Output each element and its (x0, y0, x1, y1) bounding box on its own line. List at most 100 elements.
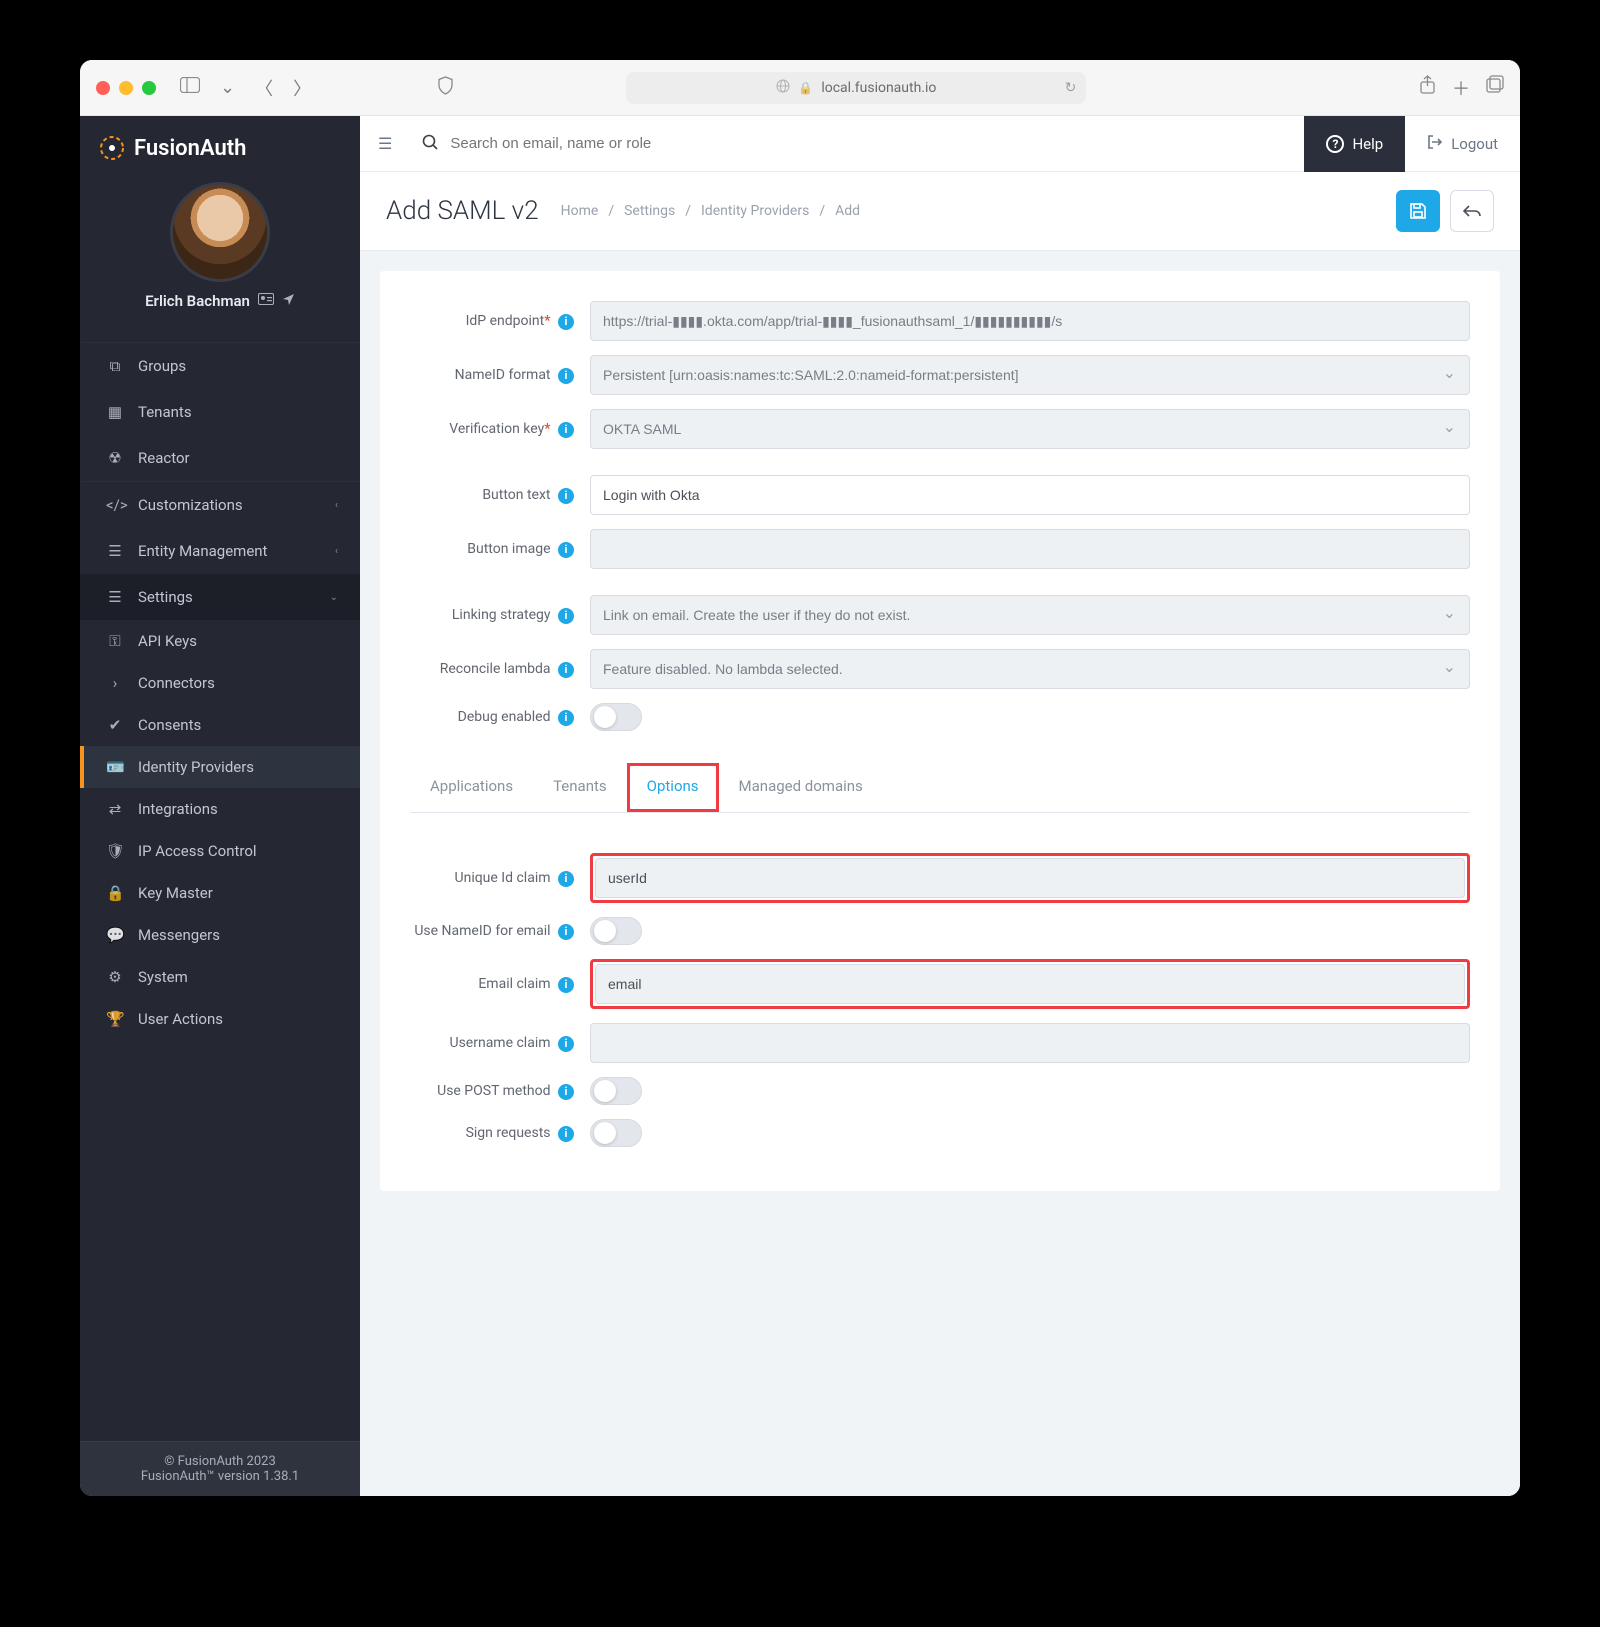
nav-connectors[interactable]: ›Connectors (80, 662, 360, 704)
logout-button[interactable]: Logout (1405, 116, 1520, 172)
crumb-home[interactable]: Home (561, 203, 599, 219)
tab-options[interactable]: Options (627, 763, 719, 812)
reload-icon[interactable]: ↻ (1065, 80, 1077, 96)
form-panel: IdP endpoint* i NameID format i Verifica… (380, 271, 1500, 1191)
debug-enabled-toggle[interactable] (590, 703, 642, 731)
use-nameid-email-label: Use NameID for email (414, 923, 550, 939)
back-icon[interactable]: 〈 (251, 75, 277, 101)
info-icon[interactable]: i (558, 542, 574, 558)
info-icon[interactable]: i (558, 368, 574, 384)
nav-integrations[interactable]: ⇄Integrations (80, 788, 360, 830)
nav-reactor[interactable]: ☢Reactor (80, 435, 360, 481)
debug-enabled-label: Debug enabled (458, 709, 551, 725)
unique-id-claim-label: Unique Id claim (455, 870, 551, 886)
topbar: ☰ ? Help Logout (360, 116, 1520, 172)
sidebar-toggle-icon[interactable] (176, 77, 204, 98)
button-image-input[interactable] (590, 529, 1470, 569)
email-claim-input[interactable] (595, 964, 1465, 1004)
nav-settings[interactable]: ☰Settings⌄ (80, 574, 360, 620)
tab-managed-domains[interactable]: Managed domains (719, 763, 883, 812)
share-icon[interactable] (1419, 75, 1436, 101)
key-icon: ⚿ (106, 632, 124, 650)
collapse-sidebar-button[interactable]: ☰ (360, 134, 410, 153)
unique-id-claim-input[interactable] (595, 858, 1465, 898)
idp-endpoint-input[interactable] (590, 301, 1470, 341)
nameid-format-select[interactable] (590, 355, 1470, 395)
reconcile-lambda-select[interactable] (590, 649, 1470, 689)
tab-tenants[interactable]: Tenants (533, 763, 627, 812)
use-post-toggle[interactable] (590, 1077, 642, 1105)
forward-icon[interactable]: 〉 (289, 75, 315, 101)
save-button[interactable] (1396, 190, 1440, 232)
email-claim-label: Email claim (478, 976, 550, 992)
id-card-icon[interactable] (258, 293, 274, 309)
trophy-icon: 🏆 (106, 1010, 124, 1028)
new-tab-icon[interactable]: ＋ (1452, 75, 1470, 101)
url-bar[interactable]: 🔒 local.fusionauth.io ↻ (626, 72, 1086, 104)
nav-customizations[interactable]: </>Customizations‹ (80, 481, 360, 528)
use-nameid-email-toggle[interactable] (590, 917, 642, 945)
info-icon[interactable]: i (558, 488, 574, 504)
verification-key-select[interactable] (590, 409, 1470, 449)
avatar[interactable] (170, 182, 270, 282)
help-button[interactable]: ? Help (1304, 116, 1405, 172)
page-header: Add SAML v2 Home/ Settings/ Identity Pro… (360, 172, 1520, 251)
info-icon[interactable]: i (558, 977, 574, 993)
location-arrow-icon[interactable] (282, 293, 295, 310)
info-icon[interactable]: i (558, 871, 574, 887)
user-name: Erlich Bachman (145, 292, 250, 310)
nav-ip-access-control[interactable]: 🛡IP Access Control (80, 830, 360, 872)
chevron-left-icon: ‹ (335, 500, 338, 511)
nav-groups[interactable]: ⧉Groups (80, 342, 360, 389)
info-icon[interactable]: i (558, 710, 574, 726)
browser-chrome: ⌄ 〈 〉 🔒 local.fusionauth.io ↻ ＋ (80, 60, 1520, 116)
button-image-label: Button image (467, 541, 550, 557)
info-icon[interactable]: i (558, 422, 574, 438)
nav-system[interactable]: ⚙System (80, 956, 360, 998)
sign-requests-label: Sign requests (466, 1125, 551, 1141)
info-icon[interactable]: i (558, 1126, 574, 1142)
nav-entity-management[interactable]: ☰Entity Management‹ (80, 528, 360, 574)
nav-key-master[interactable]: 🔒Key Master (80, 872, 360, 914)
nav-messengers[interactable]: 💬Messengers (80, 914, 360, 956)
tab-applications[interactable]: Applications (410, 763, 533, 812)
lock-icon: 🔒 (798, 81, 813, 95)
close-window-button[interactable] (96, 81, 110, 95)
nav-identity-providers[interactable]: 🪪Identity Providers (80, 746, 360, 788)
arrow-right-icon: › (106, 674, 124, 692)
maximize-window-button[interactable] (142, 81, 156, 95)
button-text-input[interactable] (590, 475, 1470, 515)
database-icon: ☰ (106, 542, 124, 560)
logout-icon (1427, 134, 1443, 154)
browser-window: ⌄ 〈 〉 🔒 local.fusionauth.io ↻ ＋ (80, 60, 1520, 1496)
cancel-button[interactable] (1450, 190, 1494, 232)
nav-user-actions[interactable]: 🏆User Actions (80, 998, 360, 1040)
linking-strategy-select[interactable] (590, 595, 1470, 635)
brand-logo[interactable]: FusionAuth (80, 116, 360, 172)
help-icon: ? (1326, 135, 1344, 153)
nav-api-keys[interactable]: ⚿API Keys (80, 620, 360, 662)
nav-consents[interactable]: ✔Consents (80, 704, 360, 746)
sign-requests-toggle[interactable] (590, 1119, 642, 1147)
minimize-window-button[interactable] (119, 81, 133, 95)
tabs-icon[interactable] (1486, 75, 1504, 101)
info-icon[interactable]: i (558, 662, 574, 678)
url-text: local.fusionauth.io (821, 80, 936, 96)
info-icon[interactable]: i (558, 1084, 574, 1100)
username-claim-input[interactable] (590, 1023, 1470, 1063)
chevron-down-icon[interactable]: ⌄ (216, 77, 239, 98)
shield-icon[interactable] (437, 76, 454, 100)
verification-key-label: Verification key (449, 421, 544, 437)
id-badge-icon: 🪪 (106, 758, 124, 776)
crumb-settings[interactable]: Settings (624, 203, 675, 219)
info-icon[interactable]: i (558, 1036, 574, 1052)
info-icon[interactable]: i (558, 314, 574, 330)
reactor-icon: ☢ (106, 449, 124, 467)
crumb-idp[interactable]: Identity Providers (701, 203, 809, 219)
site-settings-icon[interactable] (776, 79, 790, 97)
info-icon[interactable]: i (558, 608, 574, 624)
info-icon[interactable]: i (558, 924, 574, 940)
nav-tenants[interactable]: ▦Tenants (80, 389, 360, 435)
search-input[interactable] (450, 135, 1292, 152)
tabbar: Applications Tenants Options Managed dom… (410, 763, 1470, 813)
